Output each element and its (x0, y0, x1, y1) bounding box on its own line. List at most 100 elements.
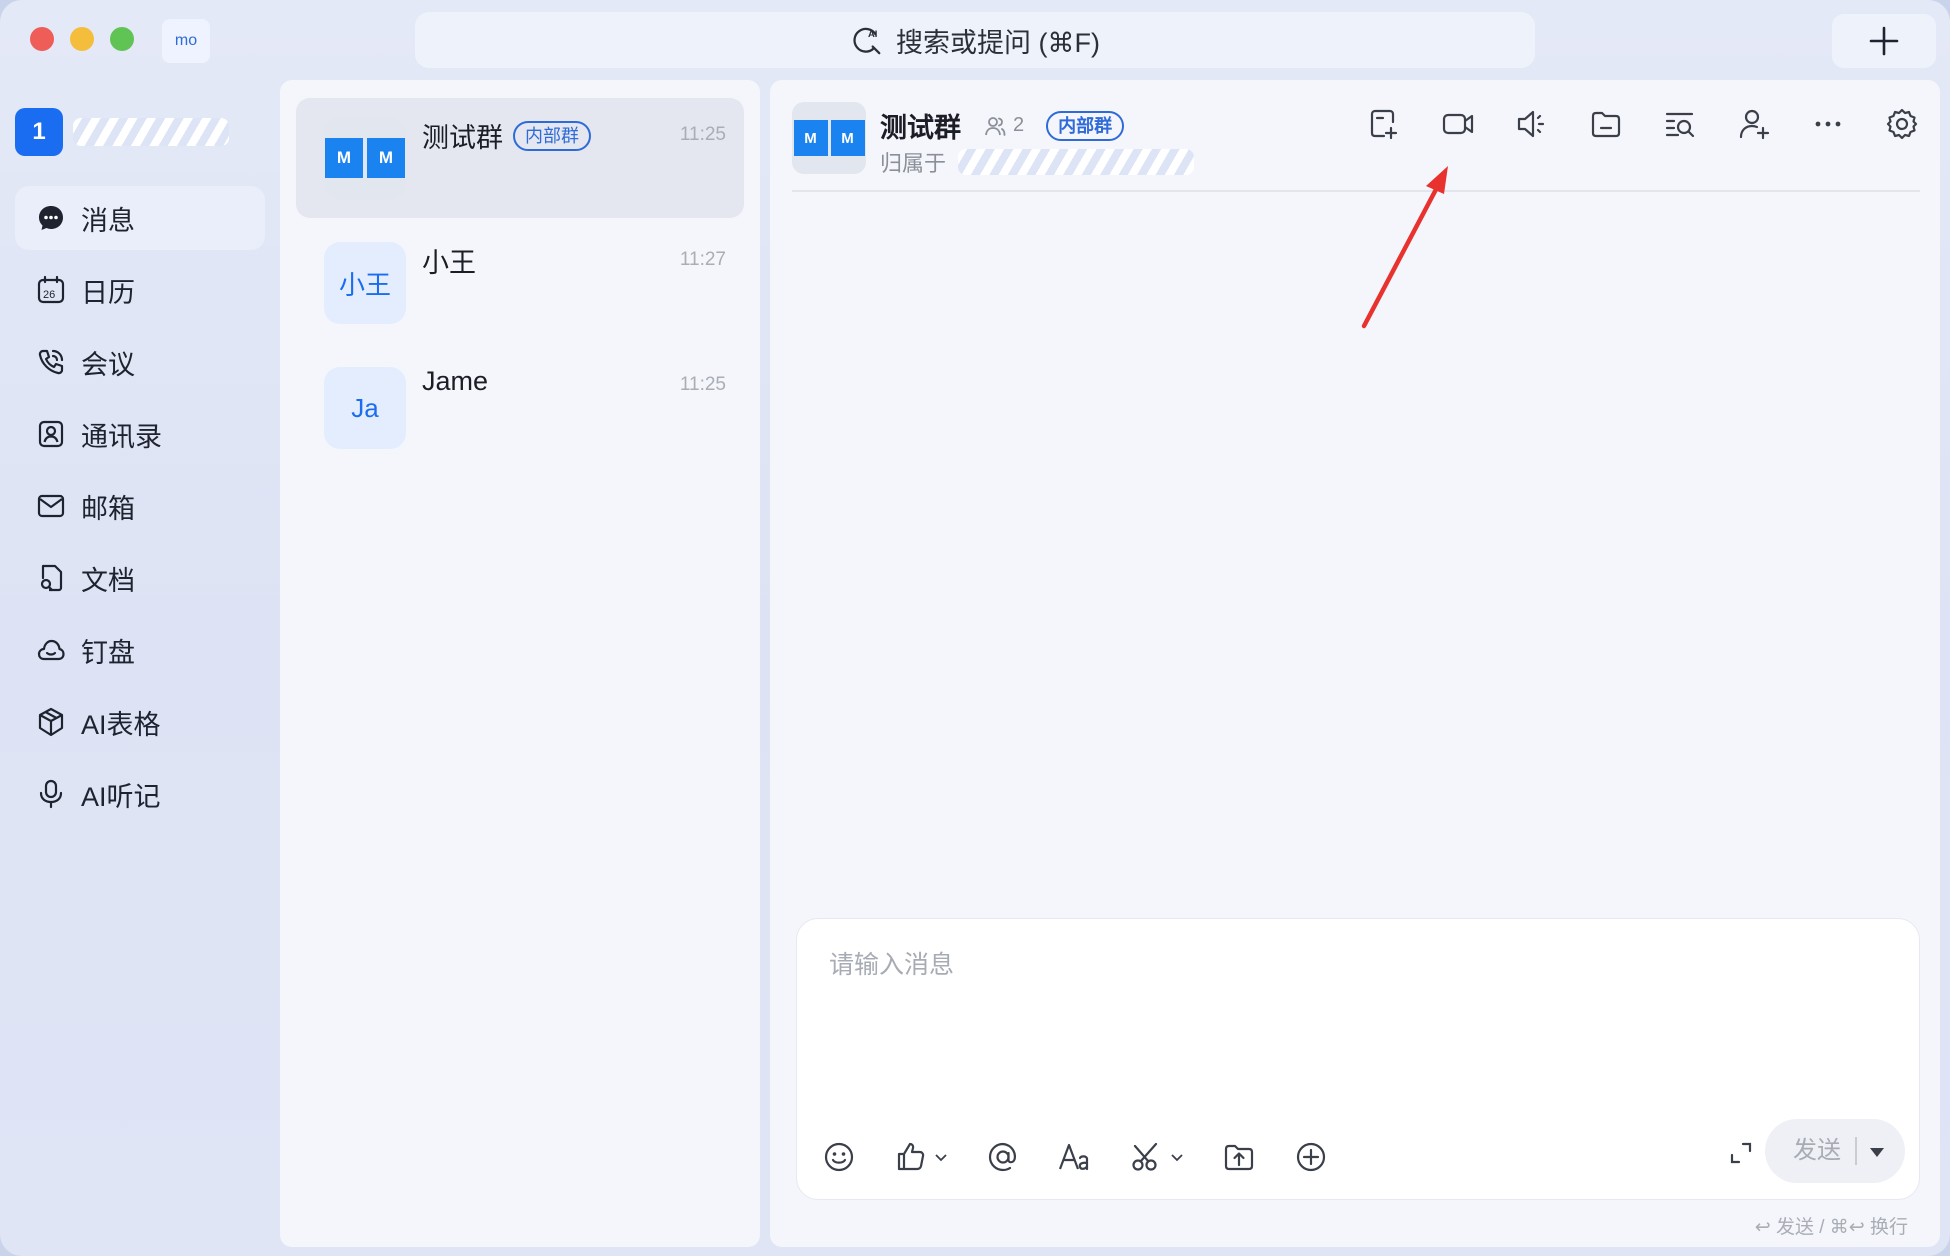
chevron-down-icon (1171, 1154, 1183, 1162)
search-history-button[interactable] (1662, 106, 1698, 142)
sidebar-item-label: AI听记 (81, 781, 161, 812)
message-composer[interactable]: 请输入消息 发送 (796, 918, 1920, 1200)
conversation-time: 11:25 (679, 124, 726, 145)
more-actions-button[interactable] (1293, 1139, 1329, 1175)
conversation-list: M M 测试群 内部群 11:25 小王 小王 11:27 Ja Jame 11… (280, 80, 760, 1247)
add-member-button[interactable] (1736, 106, 1772, 142)
search-bar[interactable]: AI 搜索或提问 (⌘F) (415, 12, 1535, 68)
send-label: 发送 (1765, 1137, 1857, 1165)
more-button[interactable] (1810, 106, 1846, 142)
search-placeholder: 搜索或提问 (⌘F) (896, 27, 1100, 58)
speaker-icon (1517, 110, 1545, 138)
chat-panel: M M 测试群 2 内部群 归属于 请输入消息 发送 ↩ 发送 / ⌘↩ 换行 (770, 80, 1940, 1247)
chat-title[interactable]: 测试群 (880, 106, 961, 145)
mention-button[interactable] (985, 1139, 1021, 1175)
sidebar-item-label: 消息 (81, 205, 135, 236)
svg-text:AI: AI (868, 29, 877, 40)
new-button[interactable] (1832, 14, 1936, 68)
conversation-time: 11:25 (679, 374, 726, 395)
member-count-value: 2 (1013, 114, 1025, 136)
send-options-dropdown[interactable] (1857, 1137, 1885, 1165)
phone-call-icon (38, 349, 64, 375)
calendar-icon: 26 (37, 275, 65, 304)
at-sign-icon (988, 1142, 1016, 1172)
settings-button[interactable] (1884, 106, 1920, 142)
search-list-icon (1665, 112, 1695, 138)
sidebar-item-label: AI表格 (81, 709, 161, 740)
video-call-button[interactable] (1440, 106, 1476, 142)
plus-icon (1869, 26, 1899, 56)
avatar[interactable]: 1 (15, 108, 63, 156)
sidebar-item-ai-notes[interactable]: AI听记 (15, 762, 265, 826)
sidebar-item-drive[interactable]: 钉盘 (15, 618, 265, 682)
add-note-icon (1370, 109, 1398, 140)
belongs-to-label: 归属于 (880, 151, 947, 176)
member-count[interactable]: 2 (983, 114, 1024, 138)
chat-title-row: 测试群 2 内部群 (880, 106, 1125, 145)
add-user-icon (1739, 109, 1770, 140)
chat-subtitle: 归属于 (880, 146, 1195, 178)
workspace-badge[interactable]: mo (162, 19, 210, 63)
profile-name-redacted (73, 118, 229, 146)
upload-file-button[interactable] (1221, 1139, 1257, 1175)
sidebar-item-mail[interactable]: 邮箱 (15, 474, 265, 538)
zoom-window-button[interactable] (110, 27, 134, 51)
gear-icon (1886, 108, 1918, 140)
sidebar-item-contacts[interactable]: 通讯录 (15, 402, 265, 466)
organization-name-redacted (958, 149, 1195, 175)
sidebar-item-docs[interactable]: 文档 (15, 546, 265, 610)
app-window: mo AI 搜索或提问 (⌘F) 1 消息 26 日历 会议 通讯录 邮箱 文档… (0, 0, 1950, 1256)
files-button[interactable] (1588, 106, 1624, 142)
document-icon (40, 564, 63, 592)
svg-text:26: 26 (43, 289, 55, 301)
screenshot-button[interactable] (1129, 1139, 1185, 1175)
chat-toolbar (1366, 106, 1920, 142)
composer-toolbar (821, 1139, 1329, 1175)
ai-search-icon: AI (853, 27, 881, 55)
sidebar-item-label: 会议 (81, 349, 135, 380)
caret-down-icon (1870, 1148, 1884, 1157)
sidebar-item-label: 文档 (81, 565, 135, 596)
group-avatar[interactable]: M M (792, 102, 866, 174)
video-camera-icon (1442, 113, 1474, 135)
thumbs-up-icon (897, 1142, 925, 1171)
expand-composer-button[interactable] (1727, 1139, 1755, 1172)
scissors-icon (1132, 1142, 1158, 1171)
avatar-tile: M (325, 138, 363, 178)
avatar-tile: M (830, 120, 865, 156)
like-button[interactable] (893, 1139, 949, 1175)
sidebar-item-meetings[interactable]: 会议 (15, 330, 265, 394)
shortcut-hint: ↩ 发送 / ⌘↩ 换行 (1754, 1217, 1908, 1238)
sidebar-item-messages[interactable]: 消息 (15, 186, 265, 250)
avatar-tile: M (793, 120, 828, 156)
members-icon (985, 116, 1006, 136)
conversation-item[interactable]: Ja Jame 11:25 (296, 348, 744, 468)
sidebar-item-calendar[interactable]: 26 日历 (15, 258, 265, 322)
close-window-button[interactable] (30, 27, 54, 51)
conversation-title: 小王 (422, 248, 476, 278)
avatar: Ja (324, 367, 406, 449)
internal-group-badge: 内部群 (1046, 110, 1125, 141)
message-icon (39, 206, 63, 230)
voice-call-button[interactable] (1514, 106, 1550, 142)
format-button[interactable] (1057, 1139, 1093, 1175)
message-input[interactable]: 请输入消息 (829, 945, 954, 981)
microphone-icon (39, 779, 63, 809)
add-to-group-button[interactable] (1366, 106, 1402, 142)
expand-icon (1730, 1142, 1752, 1164)
cloud-icon (37, 639, 65, 661)
sidebar-item-label: 邮箱 (81, 493, 135, 524)
profile[interactable]: 1 (15, 108, 229, 156)
annotation-arrow (1361, 166, 1448, 329)
emoji-icon (824, 1142, 854, 1172)
conversation-item[interactable]: 小王 小王 11:27 (296, 223, 744, 343)
text-format-icon (1058, 1143, 1089, 1171)
send-button[interactable]: 发送 (1765, 1119, 1905, 1183)
sidebar-item-ai-table[interactable]: AI表格 (15, 690, 265, 754)
window-controls (30, 27, 134, 51)
emoji-button[interactable] (821, 1139, 857, 1175)
mail-icon (37, 494, 65, 518)
conversation-item[interactable]: M M 测试群 内部群 11:25 (296, 98, 744, 218)
sidebar-item-label: 日历 (81, 277, 135, 308)
minimize-window-button[interactable] (70, 27, 94, 51)
